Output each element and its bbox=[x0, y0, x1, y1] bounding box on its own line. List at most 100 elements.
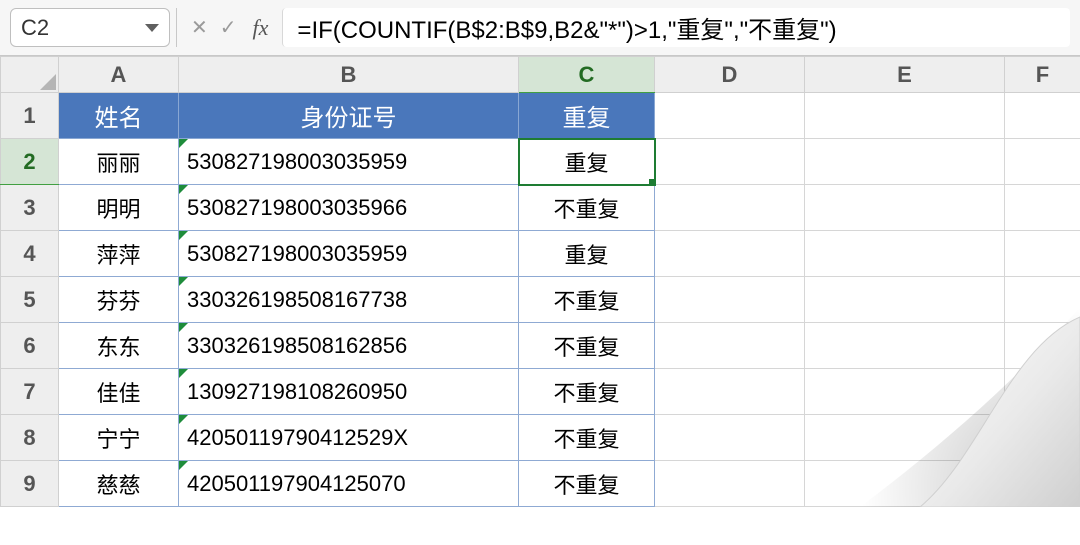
cell[interactable] bbox=[805, 323, 1005, 369]
cell[interactable]: 330326198508167738 bbox=[179, 277, 519, 323]
cell-value: 130927198108260950 bbox=[187, 379, 407, 404]
cell[interactable]: 丽丽 bbox=[59, 139, 179, 185]
cell[interactable] bbox=[655, 139, 805, 185]
cell[interactable]: 420501197904125070 bbox=[179, 461, 519, 507]
cell[interactable]: 不重复 bbox=[519, 185, 655, 231]
cell[interactable]: 530827198003035966 bbox=[179, 185, 519, 231]
confirm-icon[interactable]: ✓ bbox=[220, 15, 237, 40]
table-row: 8 宁宁 42050119790412529X 不重复 bbox=[1, 415, 1080, 461]
table-row: 2 丽丽 530827198003035959 重复 bbox=[1, 139, 1080, 185]
cell[interactable] bbox=[805, 369, 1005, 415]
row-header-3[interactable]: 3 bbox=[1, 185, 59, 231]
cell[interactable]: 萍萍 bbox=[59, 231, 179, 277]
cell[interactable] bbox=[1005, 415, 1080, 461]
cell[interactable] bbox=[655, 369, 805, 415]
row-header-4[interactable]: 4 bbox=[1, 231, 59, 277]
formula-text: =IF(COUNTIF(B$2:B$9,B2&"*")>1,"重复","不重复"… bbox=[297, 10, 836, 45]
cell[interactable]: 130927198108260950 bbox=[179, 369, 519, 415]
cell-value: 530827198003035959 bbox=[187, 241, 407, 266]
cell[interactable] bbox=[655, 93, 805, 139]
table-row: 5 芬芬 330326198508167738 不重复 bbox=[1, 277, 1080, 323]
formula-buttons: ✕ ✓ fx bbox=[183, 0, 276, 55]
cell[interactable] bbox=[655, 415, 805, 461]
cell[interactable]: 慈慈 bbox=[59, 461, 179, 507]
divider bbox=[176, 8, 177, 47]
table-row: 4 萍萍 530827198003035959 重复 bbox=[1, 231, 1080, 277]
cell[interactable]: 不重复 bbox=[519, 369, 655, 415]
text-indicator-icon bbox=[179, 277, 188, 286]
header-name[interactable]: 姓名 bbox=[59, 93, 179, 139]
cell[interactable] bbox=[1005, 231, 1080, 277]
row-header-6[interactable]: 6 bbox=[1, 323, 59, 369]
fx-icon[interactable]: fx bbox=[253, 15, 269, 41]
col-header-B[interactable]: B bbox=[179, 57, 519, 93]
cell[interactable] bbox=[655, 277, 805, 323]
select-all-corner[interactable] bbox=[1, 57, 59, 93]
col-header-D[interactable]: D bbox=[655, 57, 805, 93]
col-header-F[interactable]: F bbox=[1005, 57, 1080, 93]
text-indicator-icon bbox=[179, 185, 188, 194]
formula-bar: C2 ✕ ✓ fx =IF(COUNTIF(B$2:B$9,B2&"*")>1,… bbox=[0, 0, 1080, 56]
row-header-8[interactable]: 8 bbox=[1, 415, 59, 461]
worksheet[interactable]: A B C D E F 1 姓名 身份证号 重复 2 丽丽 5308271980… bbox=[0, 56, 1080, 507]
cell[interactable] bbox=[1005, 139, 1080, 185]
cell-value: 42050119790412529X bbox=[187, 425, 408, 450]
cell[interactable] bbox=[805, 231, 1005, 277]
table-row: 7 佳佳 130927198108260950 不重复 bbox=[1, 369, 1080, 415]
row-header-1[interactable]: 1 bbox=[1, 93, 59, 139]
active-cell[interactable]: 重复 bbox=[519, 139, 655, 185]
cell[interactable] bbox=[805, 461, 1005, 507]
cell[interactable]: 530827198003035959 bbox=[179, 231, 519, 277]
text-indicator-icon bbox=[179, 415, 188, 424]
cell[interactable]: 42050119790412529X bbox=[179, 415, 519, 461]
chevron-down-icon[interactable] bbox=[145, 24, 159, 32]
header-dup[interactable]: 重复 bbox=[519, 93, 655, 139]
grid: A B C D E F 1 姓名 身份证号 重复 2 丽丽 5308271980… bbox=[0, 56, 1080, 507]
cell[interactable] bbox=[1005, 93, 1080, 139]
name-box[interactable]: C2 bbox=[10, 8, 170, 47]
cell[interactable] bbox=[805, 93, 1005, 139]
cell[interactable]: 芬芬 bbox=[59, 277, 179, 323]
cell[interactable]: 530827198003035959 bbox=[179, 139, 519, 185]
text-indicator-icon bbox=[179, 231, 188, 240]
cell-value: 330326198508167738 bbox=[187, 287, 407, 312]
cell[interactable] bbox=[1005, 277, 1080, 323]
cell-value: 330326198508162856 bbox=[187, 333, 407, 358]
cell[interactable]: 宁宁 bbox=[59, 415, 179, 461]
cell[interactable] bbox=[805, 185, 1005, 231]
cell[interactable] bbox=[1005, 323, 1080, 369]
cell[interactable]: 不重复 bbox=[519, 415, 655, 461]
cell[interactable] bbox=[655, 185, 805, 231]
cell[interactable]: 东东 bbox=[59, 323, 179, 369]
cell[interactable] bbox=[805, 277, 1005, 323]
cell[interactable]: 不重复 bbox=[519, 323, 655, 369]
cell[interactable]: 佳佳 bbox=[59, 369, 179, 415]
row-header-5[interactable]: 5 bbox=[1, 277, 59, 323]
table-row: 1 姓名 身份证号 重复 bbox=[1, 93, 1080, 139]
cell[interactable]: 重复 bbox=[519, 231, 655, 277]
row-header-9[interactable]: 9 bbox=[1, 461, 59, 507]
cell[interactable] bbox=[805, 415, 1005, 461]
formula-input[interactable]: =IF(COUNTIF(B$2:B$9,B2&"*")>1,"重复","不重复"… bbox=[282, 8, 1070, 47]
text-indicator-icon bbox=[179, 323, 188, 332]
col-header-C[interactable]: C bbox=[519, 57, 655, 93]
cell[interactable] bbox=[655, 323, 805, 369]
cancel-icon[interactable]: ✕ bbox=[191, 15, 208, 40]
cell[interactable] bbox=[655, 461, 805, 507]
col-header-A[interactable]: A bbox=[59, 57, 179, 93]
cell[interactable] bbox=[655, 231, 805, 277]
header-id[interactable]: 身份证号 bbox=[179, 93, 519, 139]
cell[interactable]: 不重复 bbox=[519, 461, 655, 507]
row-header-2[interactable]: 2 bbox=[1, 139, 59, 185]
name-box-value: C2 bbox=[21, 15, 145, 41]
cell[interactable] bbox=[1005, 185, 1080, 231]
col-header-E[interactable]: E bbox=[805, 57, 1005, 93]
cell[interactable] bbox=[1005, 369, 1080, 415]
row-header-7[interactable]: 7 bbox=[1, 369, 59, 415]
cell[interactable] bbox=[805, 139, 1005, 185]
cell[interactable]: 不重复 bbox=[519, 277, 655, 323]
cell[interactable]: 330326198508162856 bbox=[179, 323, 519, 369]
cell[interactable] bbox=[1005, 461, 1080, 507]
table-row: 3 明明 530827198003035966 不重复 bbox=[1, 185, 1080, 231]
cell[interactable]: 明明 bbox=[59, 185, 179, 231]
